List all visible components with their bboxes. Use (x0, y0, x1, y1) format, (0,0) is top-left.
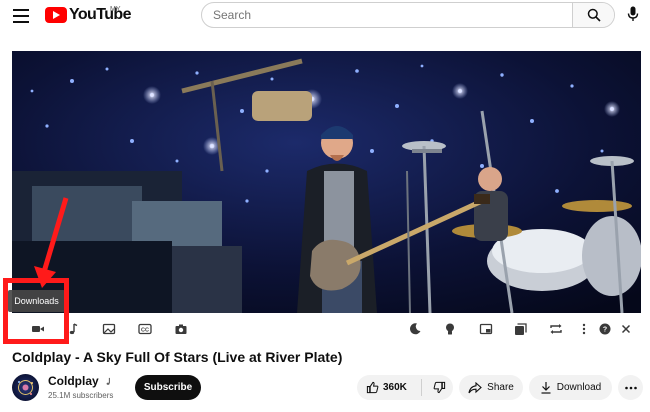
microphone-icon[interactable] (627, 6, 639, 22)
video-frame (12, 51, 641, 313)
moon-icon[interactable] (408, 322, 422, 336)
subscribe-button[interactable]: Subscribe (135, 375, 201, 400)
share-icon (468, 381, 482, 393)
search-button[interactable] (572, 3, 614, 27)
youtube-play-icon (45, 7, 67, 23)
loop-icon[interactable] (549, 322, 563, 336)
channel-avatar-art (18, 380, 33, 395)
picture-in-picture-icon[interactable] (479, 322, 493, 336)
playlist-icon[interactable] (514, 322, 528, 336)
subscriber-count: 25.1M subscribers (48, 391, 114, 400)
more-horizontal-icon (624, 386, 637, 389)
video-title: Coldplay - A Sky Full Of Stars (Live at … (12, 349, 343, 365)
more-actions-button[interactable] (618, 375, 643, 400)
more-vertical-icon[interactable] (577, 322, 591, 336)
like-count: 360K (383, 382, 407, 393)
menu-icon[interactable] (13, 9, 29, 23)
closed-captions-icon[interactable]: CC (138, 322, 152, 336)
search-bar (201, 2, 615, 28)
help-icon[interactable]: ? (598, 322, 612, 336)
music-note-verified-icon (106, 378, 110, 386)
share-label: Share (487, 382, 514, 393)
camera-icon[interactable] (174, 322, 188, 336)
like-button[interactable]: 360K (357, 375, 421, 400)
channel-avatar[interactable] (12, 374, 39, 401)
dislike-button[interactable] (422, 375, 446, 400)
cc-label: CC (141, 328, 149, 334)
annotation-arrow-icon (34, 197, 69, 288)
channel-name[interactable]: Coldplay (48, 374, 113, 388)
download-button[interactable]: Download (529, 375, 612, 400)
search-input[interactable] (202, 3, 572, 27)
search-icon (587, 8, 601, 22)
video-player[interactable] (12, 51, 641, 313)
download-label: Download (556, 382, 602, 393)
logo-text: YouTube (69, 6, 131, 23)
channel-name-text: Coldplay (48, 374, 99, 388)
like-dislike-group: 360K (357, 375, 453, 400)
close-icon[interactable] (619, 322, 633, 336)
download-icon (541, 382, 551, 394)
share-button[interactable]: Share (459, 375, 523, 400)
image-icon[interactable] (102, 322, 116, 336)
lightbulb-icon[interactable] (443, 322, 457, 336)
thumbs-up-icon (366, 381, 379, 394)
svg-text:?: ? (603, 327, 607, 334)
country-code: MY (110, 6, 121, 13)
thumbs-down-icon (433, 381, 446, 394)
